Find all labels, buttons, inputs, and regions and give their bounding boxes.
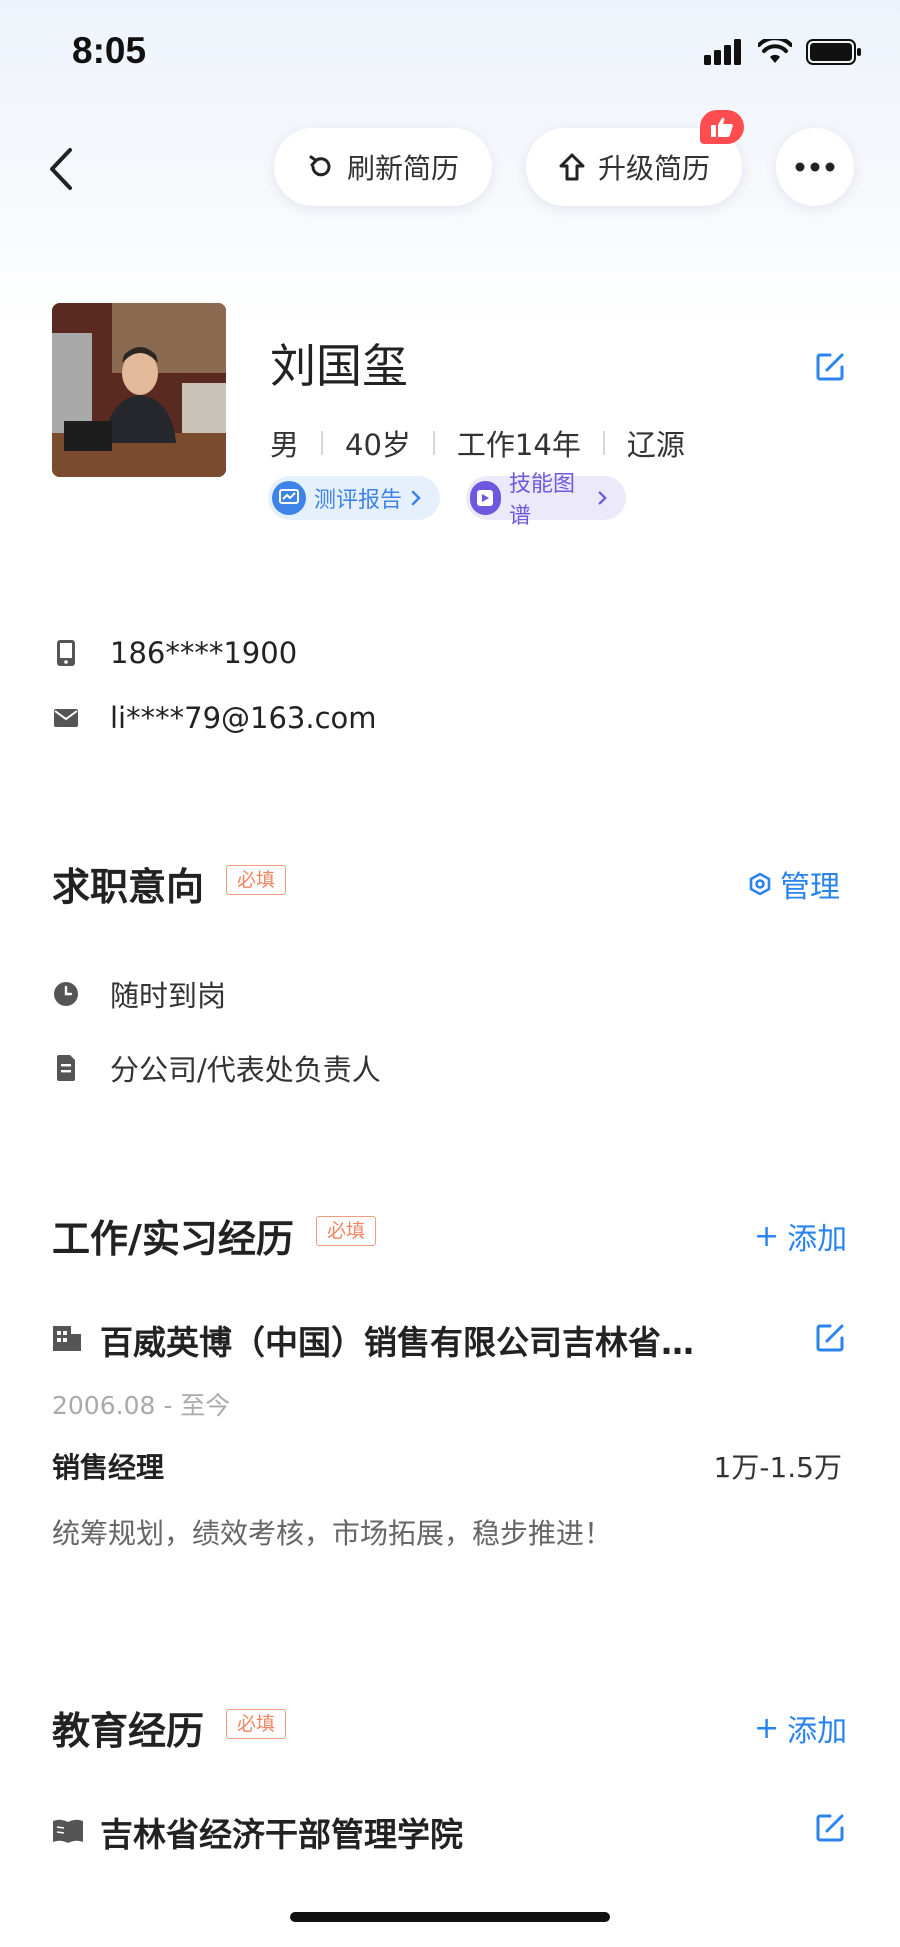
- add-education-label: 添加: [787, 1714, 848, 1749]
- manage-intent-button[interactable]: 管理: [748, 862, 840, 906]
- availability-row[interactable]: 随时到岗: [52, 973, 226, 1015]
- avatar[interactable]: [52, 303, 226, 477]
- add-education-button[interactable]: + 添加: [754, 1706, 847, 1750]
- profile-experience: 工作14年: [456, 428, 581, 462]
- wifi-icon: [758, 39, 792, 63]
- work-experience-title: 工作/实习经历: [52, 1217, 294, 1261]
- phone-number: 186****1900: [110, 636, 298, 670]
- profile-name: 刘国玺: [270, 339, 408, 393]
- add-work-label: 添加: [787, 1222, 848, 1257]
- status-icons: [704, 38, 862, 66]
- add-work-button[interactable]: + 添加: [754, 1214, 847, 1258]
- skill-map-chip[interactable]: 技能图谱: [466, 472, 626, 529]
- battery-icon: [806, 39, 861, 65]
- work-company-row[interactable]: 百威英博（中国）销售有限公司吉林省…: [52, 1316, 694, 1364]
- position-text: 分公司/代表处负责人: [110, 1053, 381, 1087]
- availability-text: 随时到岗: [110, 979, 227, 1013]
- position-row[interactable]: 分公司/代表处负责人: [52, 1047, 381, 1089]
- education-title: 教育经历: [52, 1709, 205, 1753]
- work-description: 统筹规划，绩效考核，市场拓展，稳步推进！: [52, 1517, 613, 1550]
- thumbs-up-icon: [711, 117, 733, 137]
- profile-meta: 男 40岁 工作14年 辽源: [270, 422, 685, 464]
- required-tag: 必填: [226, 865, 287, 895]
- phone-icon: [52, 639, 80, 667]
- education-school-row[interactable]: 吉林省经济干部管理学院: [52, 1808, 463, 1856]
- report-chart-icon: [272, 481, 306, 515]
- email-address: li****79@163.com: [110, 701, 377, 735]
- assessment-report-label: 测评报告: [314, 488, 403, 513]
- company-name: 百威英博（中国）销售有限公司吉林省…: [100, 1323, 694, 1362]
- top-nav: 刷新简历 升级简历: [0, 118, 900, 218]
- chevron-right-icon: [598, 491, 607, 505]
- status-time: 8:05: [72, 30, 147, 71]
- status-bar: 8:05: [0, 0, 900, 108]
- refresh-icon: [309, 155, 331, 177]
- cellular-signal-icon: [704, 39, 741, 65]
- profile-city: 辽源: [626, 428, 685, 462]
- email-row[interactable]: li****79@163.com: [52, 701, 377, 735]
- edit-work-icon[interactable]: [814, 1322, 846, 1354]
- manage-label: 管理: [780, 870, 840, 905]
- avatar-photo: [52, 303, 226, 477]
- work-dates: 2006.08 - 至今: [52, 1391, 231, 1420]
- divider: [432, 431, 435, 455]
- upgrade-resume-label: 升级简历: [597, 152, 710, 185]
- divider: [602, 431, 605, 455]
- plus-icon: +: [754, 1710, 780, 1746]
- required-tag: 必填: [226, 1709, 287, 1739]
- required-tag: 必填: [316, 1216, 377, 1246]
- work-job-title: 销售经理: [52, 1451, 165, 1484]
- more-options-button[interactable]: [776, 128, 854, 206]
- more-dots-icon: [795, 162, 835, 172]
- work-salary: 1万-1.5万: [713, 1451, 842, 1484]
- plus-icon: +: [754, 1218, 780, 1254]
- divider: [321, 431, 324, 455]
- book-icon: [52, 1813, 83, 1852]
- skill-map-label: 技能图谱: [508, 472, 575, 529]
- home-indicator[interactable]: [290, 1912, 610, 1922]
- assessment-report-chip[interactable]: 测评报告: [268, 476, 440, 520]
- school-name: 吉林省经济干部管理学院: [100, 1815, 463, 1854]
- refresh-resume-label: 刷新简历: [346, 152, 459, 185]
- document-icon: [52, 1055, 80, 1081]
- job-intent-title: 求职意向: [52, 865, 205, 909]
- skill-map-icon: [470, 481, 501, 515]
- phone-row[interactable]: 186****1900: [52, 636, 297, 670]
- email-icon: [52, 708, 80, 728]
- refresh-resume-button[interactable]: 刷新简历: [274, 128, 492, 206]
- profile-gender: 男: [270, 428, 300, 462]
- edit-profile-icon[interactable]: [814, 351, 846, 383]
- target-icon: [749, 872, 771, 896]
- building-icon: [52, 1321, 82, 1360]
- edit-education-icon[interactable]: [814, 1812, 846, 1844]
- back-icon[interactable]: [40, 144, 84, 194]
- thumbs-up-badge: [700, 110, 744, 144]
- chevron-right-icon: [411, 490, 421, 506]
- clock-icon: [52, 981, 80, 1007]
- profile-age: 40岁: [345, 428, 411, 462]
- upgrade-arrow-icon: [559, 153, 585, 181]
